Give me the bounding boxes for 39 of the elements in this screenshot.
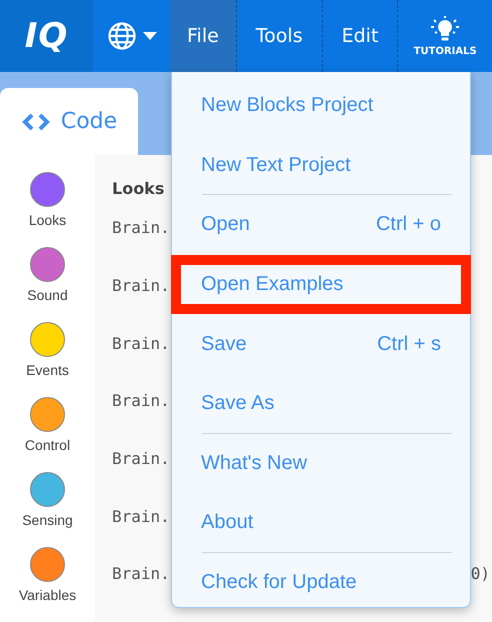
menu-item[interactable]: Open Examples bbox=[171, 254, 471, 314]
menu-item[interactable]: About bbox=[171, 493, 471, 553]
menu-item[interactable]: Save Ctrl + s bbox=[171, 314, 471, 374]
category-dot[interactable] bbox=[30, 472, 65, 507]
category-label[interactable]: Sound bbox=[27, 287, 68, 303]
menu-item[interactable]: New Text Project bbox=[171, 136, 471, 196]
category-dot[interactable] bbox=[30, 247, 65, 282]
category-label[interactable]: Events bbox=[26, 362, 69, 378]
category-label[interactable]: Variables bbox=[18, 587, 76, 603]
logo[interactable]: IQ bbox=[0, 0, 93, 72]
section-heading: Looks bbox=[112, 179, 166, 200]
code-line: Brain. bbox=[112, 218, 170, 240]
code-line: Brain. bbox=[112, 391, 170, 412]
code-line: Brain. bbox=[112, 564, 170, 586]
category-dot[interactable] bbox=[30, 172, 65, 207]
menu-item[interactable]: Save As bbox=[171, 374, 471, 434]
code-line: Brain. bbox=[112, 276, 170, 297]
category-dot[interactable] bbox=[30, 397, 65, 432]
category-dot[interactable] bbox=[30, 547, 65, 582]
tutorials-label[interactable]: TUTORIALS bbox=[414, 46, 477, 56]
code-tab[interactable]: Code bbox=[0, 88, 138, 155]
code-tab-label: Code bbox=[60, 109, 118, 134]
category-label[interactable]: Sensing bbox=[22, 512, 73, 528]
menu-item[interactable]: What's New bbox=[171, 434, 471, 494]
code-line: Brain. bbox=[112, 334, 170, 355]
lightbulb-icon[interactable] bbox=[430, 16, 460, 42]
category-label[interactable]: Control bbox=[24, 437, 70, 453]
code-icon bbox=[20, 112, 51, 132]
caret-icon[interactable] bbox=[142, 32, 156, 40]
menu-item[interactable]: Check for Update bbox=[171, 552, 471, 612]
code-line: Brain. bbox=[112, 448, 170, 470]
globe-icon[interactable] bbox=[106, 21, 136, 51]
category-dot[interactable] bbox=[30, 322, 65, 357]
menu-tab[interactable]: File bbox=[170, 0, 237, 72]
code-line: Brain. bbox=[112, 506, 170, 528]
menu-item[interactable]: Open Ctrl + o bbox=[171, 195, 471, 255]
code-fragment: 0) bbox=[470, 564, 490, 586]
category-label[interactable]: Looks bbox=[28, 212, 66, 228]
menu-item[interactable]: New Blocks Project bbox=[171, 76, 471, 136]
